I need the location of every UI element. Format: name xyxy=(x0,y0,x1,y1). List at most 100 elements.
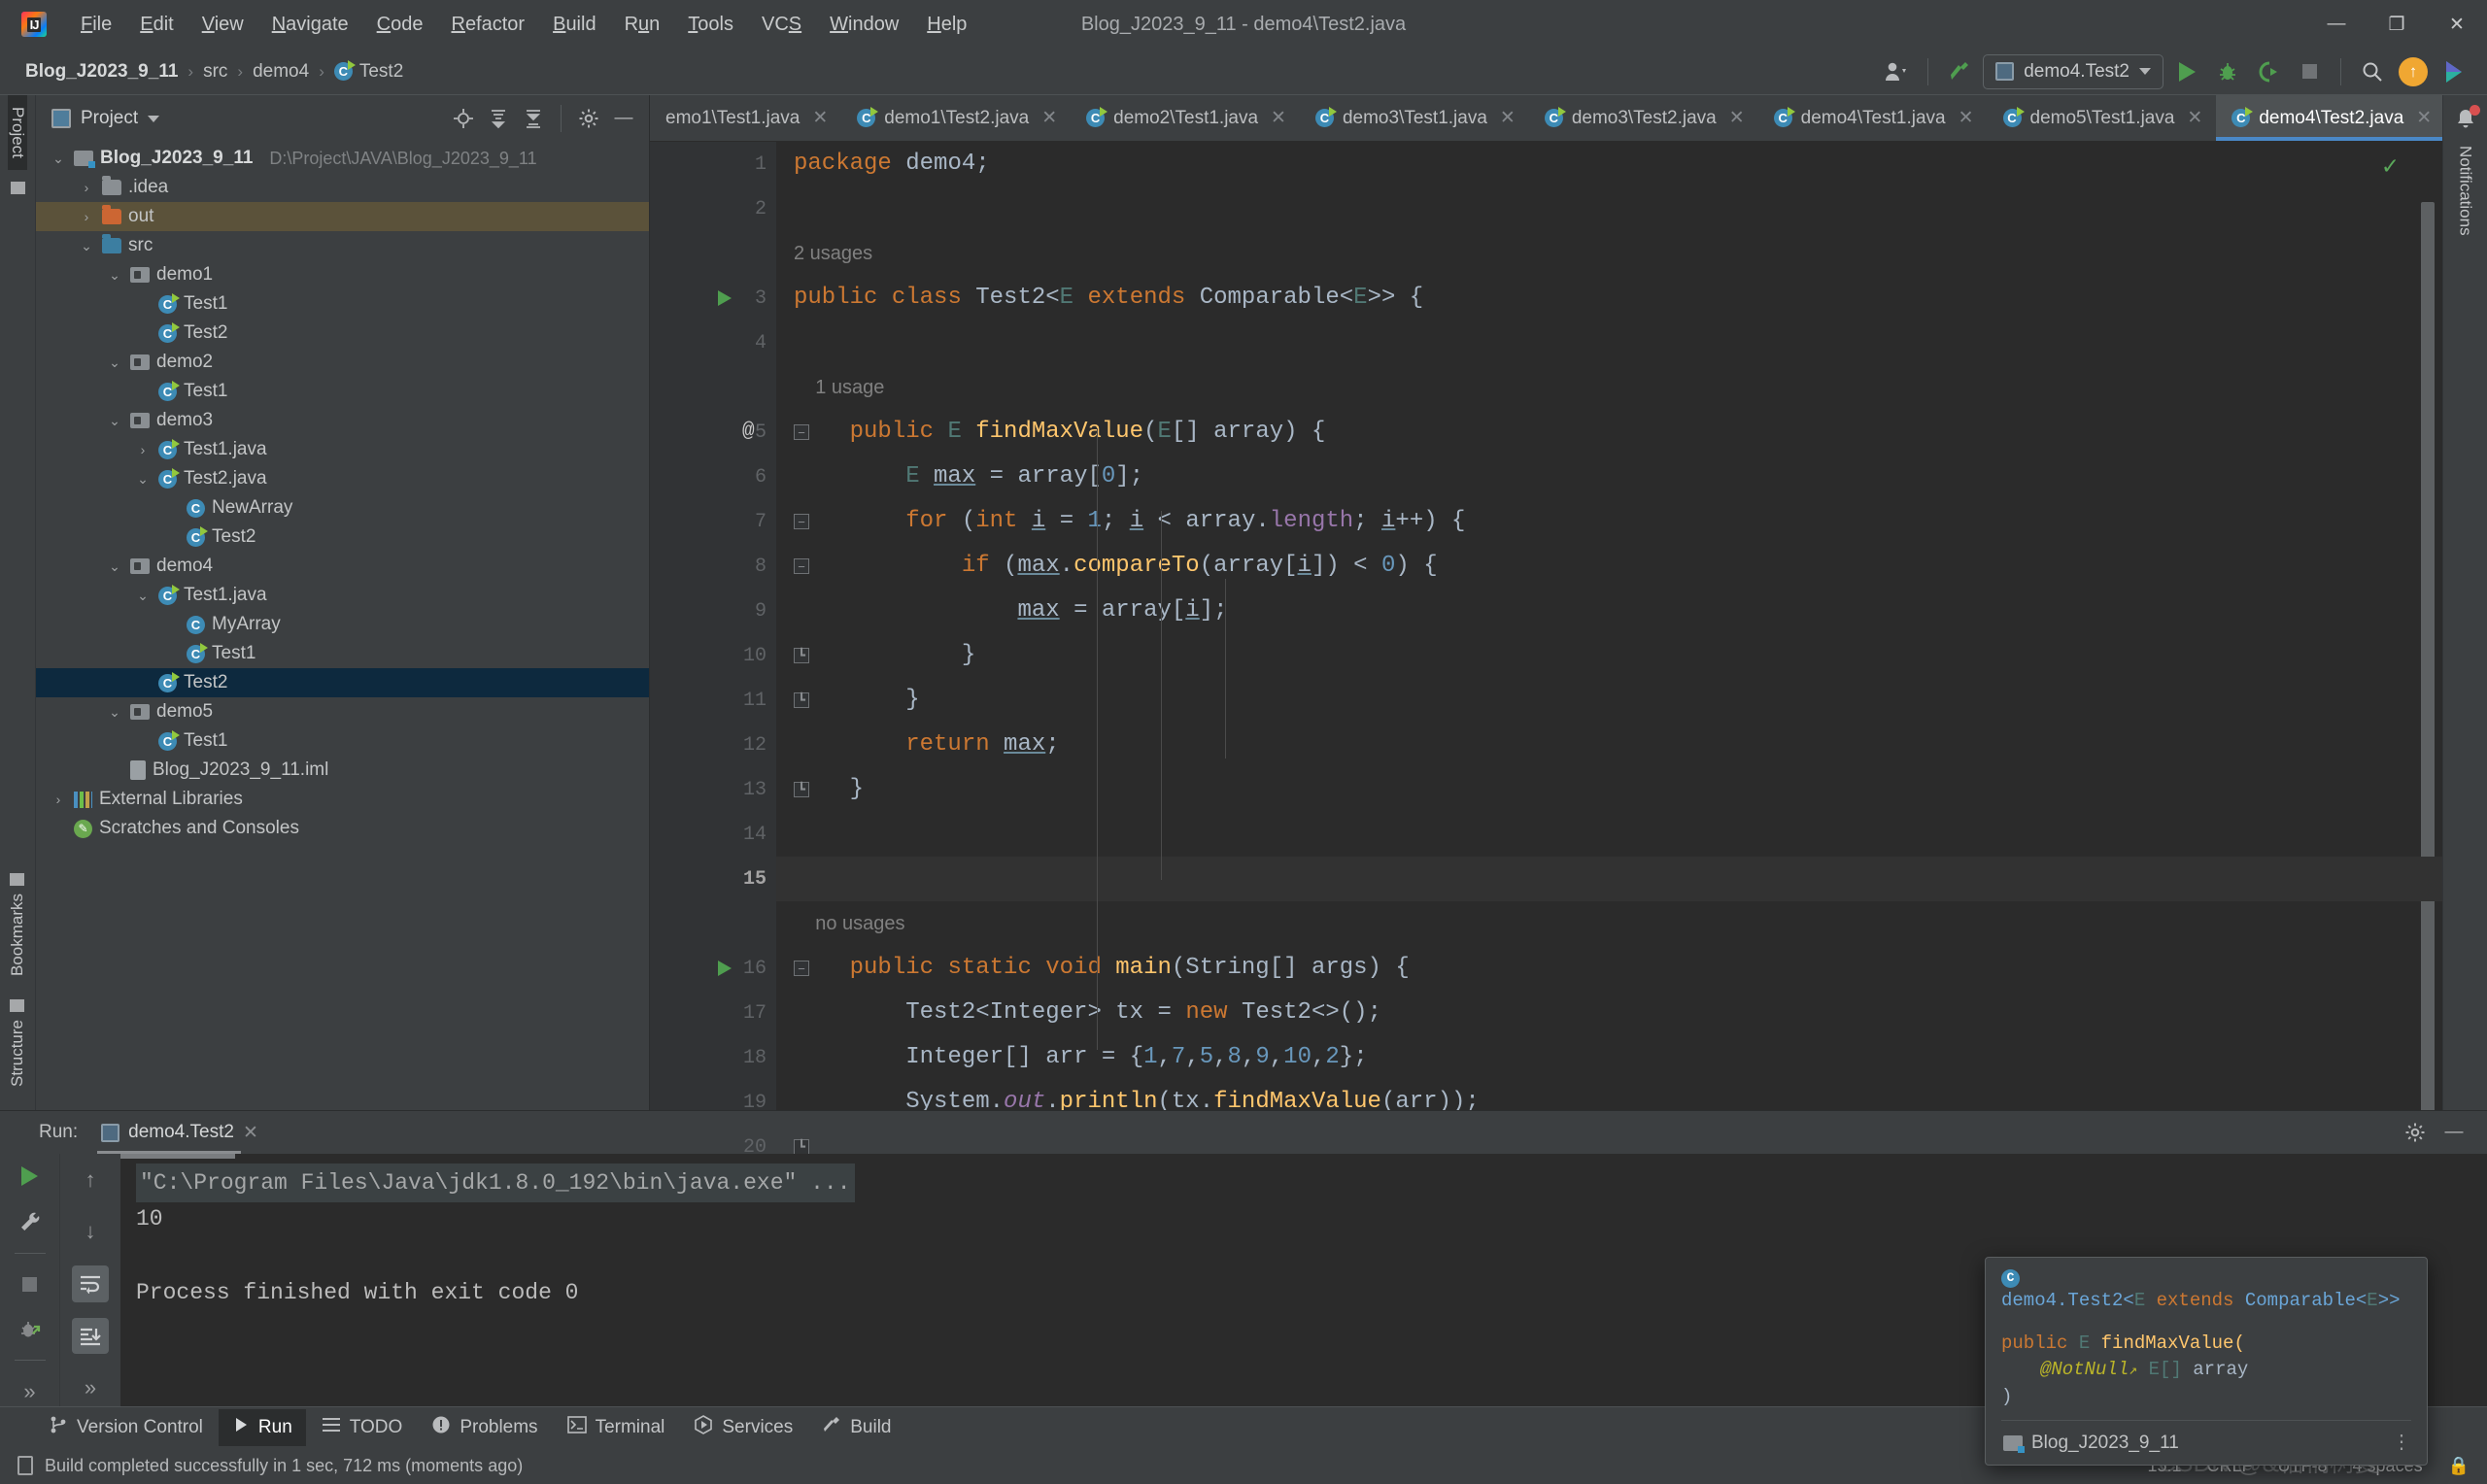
tree-node-demo2[interactable]: ⌄ demo2 xyxy=(36,348,649,377)
code-line-9[interactable]: max = array[i]; xyxy=(776,589,2442,633)
editor-tab-demo4-test1-java[interactable]: Cdemo4\Test1.java ✕ xyxy=(1758,95,1988,141)
ai-assistant-button[interactable] xyxy=(2436,54,2471,89)
code-line-6[interactable]: E max = array[0]; xyxy=(776,455,2442,499)
tree-node-test2[interactable]: › CTest2 xyxy=(36,523,649,552)
tree-node-out[interactable]: › out xyxy=(36,202,649,231)
line-number-19[interactable]: 19 xyxy=(650,1080,776,1125)
minimize-button[interactable]: — xyxy=(2306,0,2367,49)
menu-help[interactable]: Help xyxy=(914,9,979,41)
up-arrow-button[interactable]: ↑ xyxy=(72,1162,109,1198)
line-number-6[interactable]: 6 xyxy=(650,455,776,499)
expand-more-button[interactable]: » xyxy=(12,1376,49,1406)
tree-node-demo1[interactable]: ⌄ demo1 xyxy=(36,260,649,289)
run-button[interactable] xyxy=(2169,54,2204,89)
rerun-button[interactable] xyxy=(12,1162,49,1192)
run-configuration-tab[interactable]: demo4.Test2 ✕ xyxy=(91,1116,268,1154)
stop-button[interactable] xyxy=(12,1269,49,1299)
locate-icon[interactable] xyxy=(448,103,479,134)
code-area[interactable]: ✓ package demo4; 2 usages public class Te… xyxy=(776,142,2442,1110)
tree-expander[interactable]: ⌄ xyxy=(106,413,123,429)
debug-attach-button[interactable] xyxy=(12,1314,49,1344)
line-number-2[interactable]: 2 xyxy=(650,186,776,231)
tree-node--idea[interactable]: › .idea xyxy=(36,173,649,202)
tree-expander[interactable]: ⌄ xyxy=(134,588,152,604)
menu-view[interactable]: View xyxy=(189,9,256,41)
tree-node-blog-j2023-9-11-iml[interactable]: › Blog_J2023_9_11.iml xyxy=(36,756,649,785)
close-icon[interactable]: ✕ xyxy=(1271,107,1286,129)
debug-button[interactable] xyxy=(2210,54,2245,89)
popup-more-icon[interactable]: ⋮ xyxy=(2392,1429,2411,1457)
expand-all-icon[interactable] xyxy=(483,103,514,134)
code-line-3[interactable]: public class Test2<E extends Comparable<… xyxy=(776,276,2442,320)
editor-tab-demo1-test1-java[interactable]: emo1\Test1.java ✕ xyxy=(650,95,841,141)
line-number-14[interactable]: 14 xyxy=(650,812,776,857)
lock-icon[interactable]: 🔒 xyxy=(2448,1456,2470,1476)
project-tree[interactable]: ⌄ Blog_J2023_9_11 D:\Project\JAVA\Blog_J20… xyxy=(36,142,649,1110)
tree-expander[interactable]: › xyxy=(134,325,152,341)
run-with-coverage-button[interactable] xyxy=(2251,54,2286,89)
line-number-13[interactable]: 13 xyxy=(650,767,776,812)
tool-tab-bookmarks[interactable]: Bookmarks xyxy=(8,861,27,988)
code-line-19[interactable]: System.out.println(tx.findMaxValue(arr))… xyxy=(776,1080,2442,1110)
line-number-7[interactable]: 7 xyxy=(650,499,776,544)
line-number-4[interactable]: 4 xyxy=(650,320,776,365)
tree-node-src[interactable]: ⌄ src xyxy=(36,231,649,260)
menu-code[interactable]: Code xyxy=(364,9,436,41)
tree-expander[interactable]: ⌄ xyxy=(106,267,123,284)
menu-window[interactable]: Window xyxy=(817,9,911,41)
tree-expander[interactable]: ⌄ xyxy=(50,151,67,167)
menu-navigate[interactable]: Navigate xyxy=(259,9,361,41)
line-number-9[interactable]: 9 xyxy=(650,589,776,633)
code-line-5[interactable]: public E findMaxValue(E[] array) { xyxy=(776,410,2442,455)
annotation-gutter-icon[interactable]: @ xyxy=(742,421,755,443)
tree-node-test1[interactable]: › CTest1 xyxy=(36,289,649,319)
editor-tab-demo5-test1-java[interactable]: Cdemo5\Test1.java ✕ xyxy=(1988,95,2217,141)
tree-expander[interactable]: › xyxy=(134,675,152,691)
update-button[interactable]: ↑ xyxy=(2396,54,2431,89)
code-line-13[interactable]: } xyxy=(776,767,2442,812)
tool-window-terminal[interactable]: Terminal xyxy=(554,1409,679,1446)
tree-expander[interactable]: › xyxy=(162,646,180,661)
close-button[interactable]: ✕ xyxy=(2427,0,2487,49)
usage-hint[interactable]: 1 usage xyxy=(776,365,884,410)
line-number-12[interactable]: 12 xyxy=(650,723,776,767)
tree-expander[interactable]: › xyxy=(162,500,180,516)
editor-tab-demo2-test1-java[interactable]: Cdemo2\Test1.java ✕ xyxy=(1071,95,1300,141)
code-line-18[interactable]: Integer[] arr = {1,7,5,8,9,10,2}; xyxy=(776,1035,2442,1080)
line-number-18[interactable]: 18 xyxy=(650,1035,776,1080)
account-icon[interactable] xyxy=(1879,54,1914,89)
tree-expander[interactable]: › xyxy=(134,733,152,749)
tree-expander[interactable]: › xyxy=(134,296,152,312)
line-number-8[interactable]: 8 xyxy=(650,544,776,589)
gear-icon[interactable] xyxy=(573,103,604,134)
code-folding-icon[interactable]: ┗ xyxy=(794,1139,809,1155)
line-number-10[interactable]: 10 xyxy=(650,633,776,678)
editor-tab-demo3-test1-java[interactable]: Cdemo3\Test1.java ✕ xyxy=(1300,95,1529,141)
tree-expander[interactable]: › xyxy=(134,442,152,457)
stop-button[interactable] xyxy=(2292,54,2327,89)
run-gutter-icon[interactable] xyxy=(718,961,732,976)
search-everywhere[interactable] xyxy=(2355,54,2390,89)
code-line-2[interactable] xyxy=(776,186,2442,231)
menu-refactor[interactable]: Refactor xyxy=(438,9,537,41)
tree-expander[interactable]: › xyxy=(78,209,95,224)
editor-tab-demo4-test2-java[interactable]: Cdemo4\Test2.java ✕ xyxy=(2216,95,2442,141)
tool-window-services[interactable]: Services xyxy=(680,1408,806,1447)
line-number-17[interactable]: 17 xyxy=(650,991,776,1035)
tree-expander[interactable]: ⌄ xyxy=(106,354,123,371)
tool-window-run[interactable]: Run xyxy=(218,1408,306,1446)
close-icon[interactable]: ✕ xyxy=(1500,107,1516,129)
close-icon[interactable]: ✕ xyxy=(2187,107,2202,129)
tree-node-test1-java[interactable]: › C Test1.java xyxy=(36,435,649,464)
tree-expander[interactable]: ⌄ xyxy=(106,704,123,721)
down-arrow-button[interactable]: ↓ xyxy=(72,1214,109,1251)
tool-tab-project[interactable]: Project xyxy=(8,95,27,170)
menu-run[interactable]: Run xyxy=(612,9,673,41)
collapse-all-icon[interactable] xyxy=(518,103,549,134)
maximize-button[interactable]: ❐ xyxy=(2367,0,2427,49)
close-icon[interactable]: ✕ xyxy=(2416,107,2432,129)
editor-tab-bar[interactable]: emo1\Test1.java ✕ Cdemo1\Test2.java ✕ Cdemo2… xyxy=(650,95,2442,142)
tree-node-test1-java[interactable]: ⌄ C Test1.java xyxy=(36,581,649,610)
menu-build[interactable]: Build xyxy=(540,9,608,41)
editor-tab-demo1-test2-java[interactable]: Cdemo1\Test2.java ✕ xyxy=(841,95,1071,141)
